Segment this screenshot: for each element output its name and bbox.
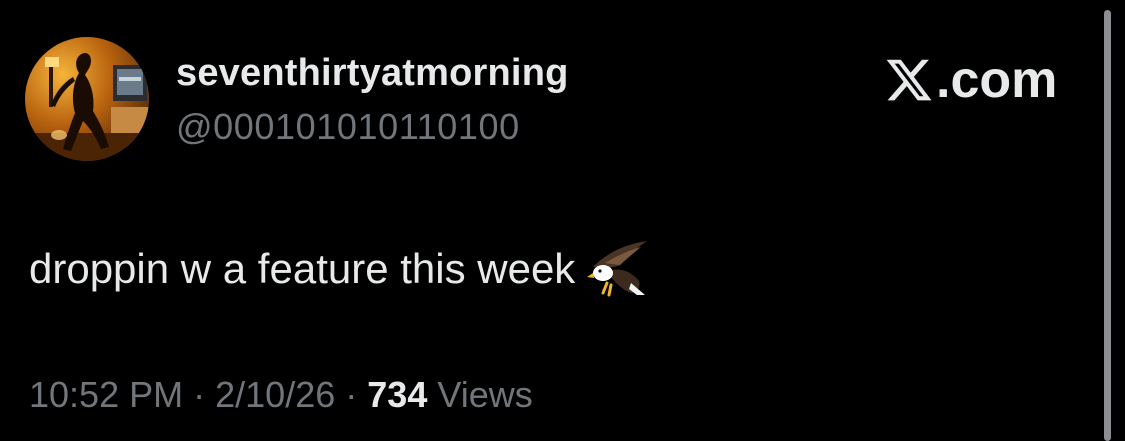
x-logo-icon [886, 59, 932, 101]
post-body: droppin w a feature this week [29, 245, 576, 292]
post-date[interactable]: 2/10/26 [215, 374, 335, 415]
meta-separator: · [193, 374, 206, 415]
views-count[interactable]: 734 [367, 374, 427, 415]
eagle-emoji-icon [587, 241, 648, 297]
scrollbar[interactable] [1104, 10, 1111, 441]
post-meta: 10:52 PM · 2/10/26 · 734 Views [29, 374, 533, 416]
meta-separator: · [345, 374, 358, 415]
views-label: Views [437, 374, 533, 415]
avatar-image [25, 37, 149, 161]
avatar[interactable] [25, 37, 149, 161]
post-card: seventhirtyatmorning @000101010110100 .c… [0, 0, 1125, 441]
username-handle[interactable]: @000101010110100 [176, 106, 520, 148]
brand-domain-suffix: .com [936, 51, 1058, 109]
display-name[interactable]: seventhirtyatmorning [176, 52, 569, 95]
post-time[interactable]: 10:52 PM [29, 374, 183, 415]
post-text: droppin w a feature this week [29, 237, 649, 301]
x-com-brand: .com [884, 50, 1057, 110]
